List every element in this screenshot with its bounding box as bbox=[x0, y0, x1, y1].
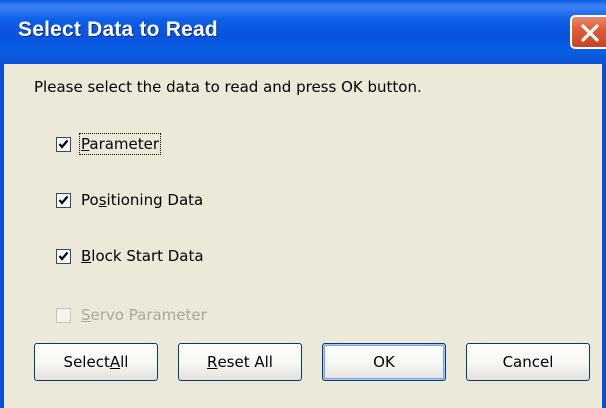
cancel-button[interactable]: Cancel bbox=[466, 343, 590, 381]
close-icon bbox=[581, 24, 599, 42]
checkbox-servo-parameter: Servo Parameter bbox=[56, 305, 207, 325]
ok-button[interactable]: OK bbox=[322, 343, 446, 381]
checkmark-icon bbox=[58, 139, 69, 149]
checkbox-parameter[interactable]: Parameter bbox=[56, 133, 162, 155]
dialog-window: Select Data to Read Please select the da… bbox=[0, 0, 606, 408]
instruction-text: Please select the data to read and press… bbox=[34, 78, 422, 96]
checkbox-box bbox=[56, 307, 71, 323]
checkbox-box[interactable] bbox=[56, 136, 71, 152]
checkmark-icon bbox=[58, 195, 69, 205]
checkbox-box[interactable] bbox=[56, 248, 71, 264]
checkmark-icon bbox=[58, 251, 69, 261]
select-all-button[interactable]: Select All bbox=[34, 343, 158, 381]
title-bar[interactable]: Select Data to Read bbox=[0, 0, 606, 64]
checkbox-label: Positioning Data bbox=[81, 191, 204, 209]
window-border-left bbox=[0, 64, 4, 408]
checkbox-label: Parameter bbox=[78, 133, 162, 155]
checkbox-label: Servo Parameter bbox=[81, 306, 207, 324]
checkbox-positioning-data[interactable]: Positioning Data bbox=[56, 190, 203, 210]
checkbox-label: Block Start Data bbox=[81, 247, 204, 265]
reset-all-button[interactable]: Reset All bbox=[178, 343, 302, 381]
checkbox-block-start-data[interactable]: Block Start Data bbox=[56, 246, 204, 266]
window-border-right bbox=[602, 64, 606, 408]
close-button[interactable] bbox=[570, 15, 606, 49]
checkbox-box[interactable] bbox=[56, 192, 71, 208]
window-title: Select Data to Read bbox=[18, 18, 218, 41]
